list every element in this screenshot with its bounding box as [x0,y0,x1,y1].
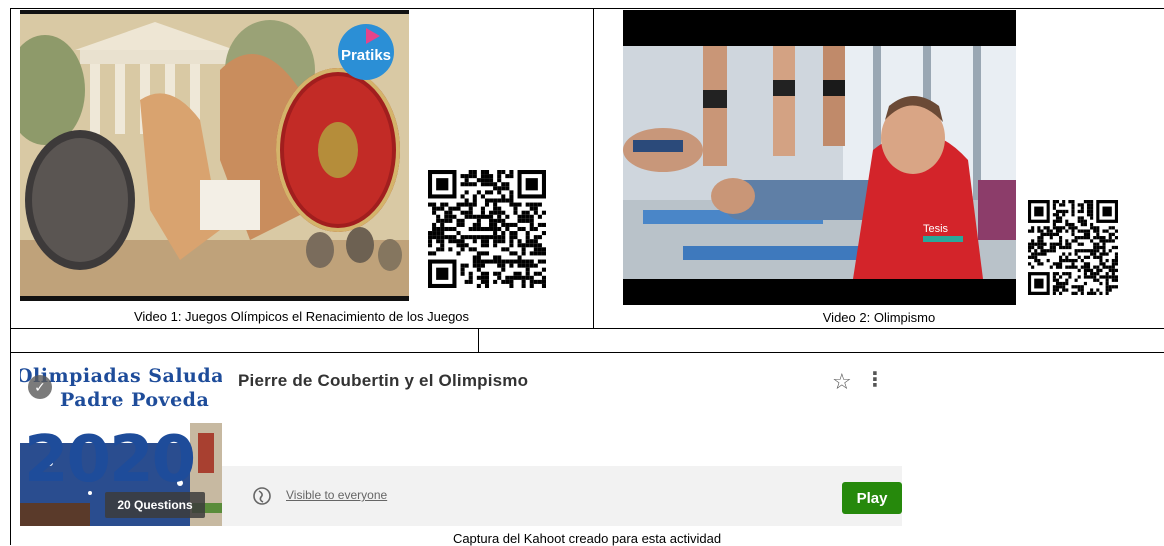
video-2-qr-code [1028,200,1118,295]
more-vertical-icon[interactable]: ⋮ [865,367,885,392]
globe-icon [252,486,272,511]
kahoot-card[interactable]: Olimpiadas Saludable Padre Poveda 2020 ✓… [20,353,902,526]
kahoot-title[interactable]: Pierre de Coubertin y el Olimpismo [238,371,528,391]
kahoot-caption: Captura del Kahoot creado para esta acti… [452,531,722,546]
video-1-caption: Video 1: Juegos Olímpicos el Renacimient… [133,309,470,324]
kahoot-cover-year: 2020 [24,423,196,497]
check-icon[interactable]: ✓ [28,375,52,399]
video-2-caption: Video 2: Olimpismo [822,310,936,325]
video-1-thumbnail[interactable]: Pratiks [20,10,409,301]
kahoot-cover-image: Olimpiadas Saludable Padre Poveda 2020 ✓… [20,353,222,526]
row1-middle-border [593,8,594,328]
row2-middle-border [478,328,479,352]
table-top-border [10,8,1164,9]
video-1-brand: Pratiks [341,47,391,64]
kahoot-cover-line2: Padre Poveda [60,389,210,411]
video-2-brand: Tesis [923,223,949,235]
video-1-qr-code [428,170,546,288]
question-count-badge: 20 Questions [105,492,205,518]
row1-bottom-border [10,328,1164,329]
visibility-link[interactable]: Visible to everyone [286,488,387,502]
video-2-thumbnail[interactable]: Tesis [623,10,1016,305]
kahoot-footer: Visible to everyone Play [222,466,902,526]
star-outline-icon[interactable]: ☆ [832,369,852,395]
table-left-border [10,8,11,545]
play-button[interactable]: Play [842,482,902,514]
